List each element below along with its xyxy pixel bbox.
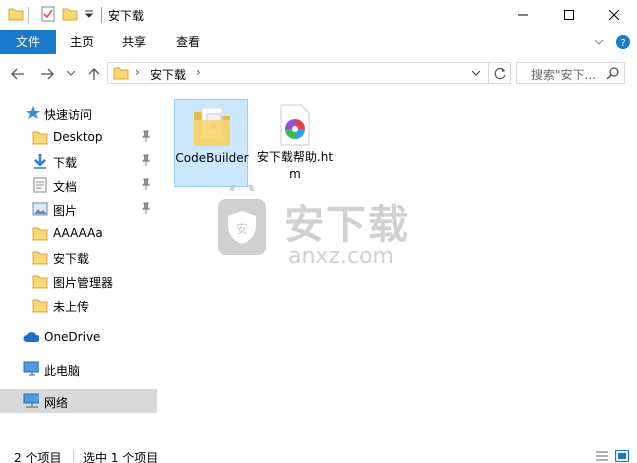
sidebar-item-network[interactable]: 网络 <box>0 389 157 413</box>
window-title: 安下载 <box>108 9 145 23</box>
up-icon[interactable] <box>88 67 100 81</box>
svg-text:安: 安 <box>236 221 248 236</box>
sidebar-item-label: Desktop <box>53 130 103 144</box>
download-icon <box>34 154 46 169</box>
ribbon: 文件 主页 共享 查看 ? <box>0 30 637 54</box>
sidebar-item-aaaaaa[interactable]: AAAAAa <box>0 221 157 245</box>
computer-icon <box>23 361 39 376</box>
sidebar-item-label: 网络 <box>44 396 69 410</box>
pin-icon[interactable] <box>141 202 151 214</box>
folder-icon <box>32 251 48 265</box>
large-icons-view-icon[interactable] <box>615 450 629 462</box>
sidebar-item-label: 文档 <box>53 180 78 194</box>
help-icon[interactable]: ? <box>615 34 631 50</box>
sidebar-item-label: AAAAAa <box>53 226 103 240</box>
folder-icon <box>8 8 24 21</box>
maximize-icon <box>564 10 574 20</box>
sidebar-item-label: 下载 <box>53 156 78 170</box>
sidebar-item-label: 图片管理器 <box>53 276 114 290</box>
new-folder-icon[interactable] <box>62 6 78 22</box>
breadcrumb-item[interactable]: 安下载 <box>150 66 186 83</box>
picture-icon <box>32 202 48 216</box>
separator <box>488 63 489 83</box>
separator <box>28 7 29 23</box>
html-file-icon <box>280 104 310 146</box>
watermark: 安 安下载 anxz.com <box>208 179 428 275</box>
folder-icon <box>194 107 230 146</box>
close-icon <box>609 10 619 20</box>
navigation-bar: › 安下载 › 搜索"安下... <box>0 58 637 90</box>
sidebar-item-picture-manager[interactable]: 图片管理器 <box>0 269 157 293</box>
sidebar-item-pictures[interactable]: 图片 <box>0 197 157 221</box>
chevron-down-icon[interactable] <box>593 36 605 48</box>
network-icon <box>23 393 39 408</box>
file-name: CodeBuilder <box>175 151 249 165</box>
pin-icon[interactable] <box>141 178 151 190</box>
search-icon <box>606 67 619 80</box>
forward-icon[interactable] <box>40 68 54 80</box>
pin-icon[interactable] <box>141 130 151 142</box>
chevron-down-icon[interactable] <box>471 70 481 76</box>
separator <box>73 450 74 462</box>
svg-text:?: ? <box>620 38 625 49</box>
chevron-right-icon[interactable]: › <box>196 65 201 79</box>
document-icon <box>33 177 47 193</box>
sidebar-item-documents[interactable]: 文档 <box>0 173 157 197</box>
close-button[interactable] <box>591 0 637 30</box>
sidebar-item-label: 图片 <box>53 204 78 218</box>
details-view-icon[interactable] <box>595 450 609 462</box>
separator <box>101 7 102 23</box>
file-view: CodeBuilder 安下载帮助.htm 安 安下载 anxz.com <box>158 95 637 440</box>
maximize-button[interactable] <box>546 0 592 30</box>
folder-icon <box>32 131 48 145</box>
sidebar-item-label: 此电脑 <box>44 364 81 378</box>
sidebar-item-onedrive[interactable]: OneDrive <box>0 325 157 349</box>
star-icon <box>26 106 40 119</box>
file-item-help-htm[interactable]: 安下载帮助.htm <box>257 99 333 187</box>
sidebar-item-not-uploaded[interactable]: 未上传 <box>0 293 157 317</box>
search-box[interactable]: 搜索"安下... <box>516 62 625 84</box>
chevron-right-icon: › <box>135 65 140 79</box>
folder-icon <box>32 275 48 289</box>
navigation-pane: 快速访问 Desktop 下载 文档 图片 AAAAAa 安下载 图片管理器 未… <box>0 95 157 440</box>
tab-share[interactable]: 共享 <box>112 30 156 54</box>
selection-count: 选中 1 个项目 <box>83 451 159 463</box>
search-input[interactable]: 搜索"安下... <box>531 66 596 83</box>
customize-toolbar-icon[interactable] <box>84 9 94 19</box>
refresh-icon[interactable] <box>494 67 507 80</box>
file-item-codebuilder[interactable]: CodeBuilder <box>174 99 249 187</box>
sidebar-item-quick-access[interactable]: 快速访问 <box>0 101 157 125</box>
folder-icon <box>113 67 129 80</box>
sidebar-item-label: 快速访问 <box>44 108 93 122</box>
back-icon[interactable] <box>11 68 25 80</box>
status-bar: 2 个项目 选中 1 个项目 <box>0 446 637 463</box>
sidebar-item-desktop[interactable]: Desktop <box>0 125 157 149</box>
cloud-icon <box>23 332 39 342</box>
item-count: 2 个项目 <box>14 451 62 463</box>
minimize-button[interactable] <box>500 0 546 30</box>
tab-view[interactable]: 查看 <box>166 30 210 54</box>
sidebar-item-label: OneDrive <box>44 330 101 344</box>
sidebar-item-label: 安下载 <box>53 252 90 266</box>
recent-locations-icon[interactable] <box>67 71 75 77</box>
address-bar[interactable]: › 安下载 › <box>107 62 511 84</box>
minimize-icon <box>518 14 528 16</box>
tab-file[interactable]: 文件 <box>0 30 56 54</box>
watermark-text-en: anxz.com <box>288 244 394 269</box>
sidebar-item-this-pc[interactable]: 此电脑 <box>0 357 157 381</box>
tab-home[interactable]: 主页 <box>60 30 104 54</box>
sidebar-item-label: 未上传 <box>53 300 90 314</box>
file-name: 安下载帮助.htm <box>256 150 334 181</box>
title-bar: 安下载 <box>0 0 637 30</box>
pin-icon[interactable] <box>141 154 151 166</box>
folder-icon <box>32 227 48 241</box>
watermark-text-cn: 安下载 <box>284 202 410 248</box>
sidebar-item-anxiazai[interactable]: 安下载 <box>0 245 157 269</box>
sidebar-item-downloads[interactable]: 下载 <box>0 149 157 173</box>
properties-icon[interactable] <box>40 6 56 22</box>
folder-icon <box>32 299 48 313</box>
